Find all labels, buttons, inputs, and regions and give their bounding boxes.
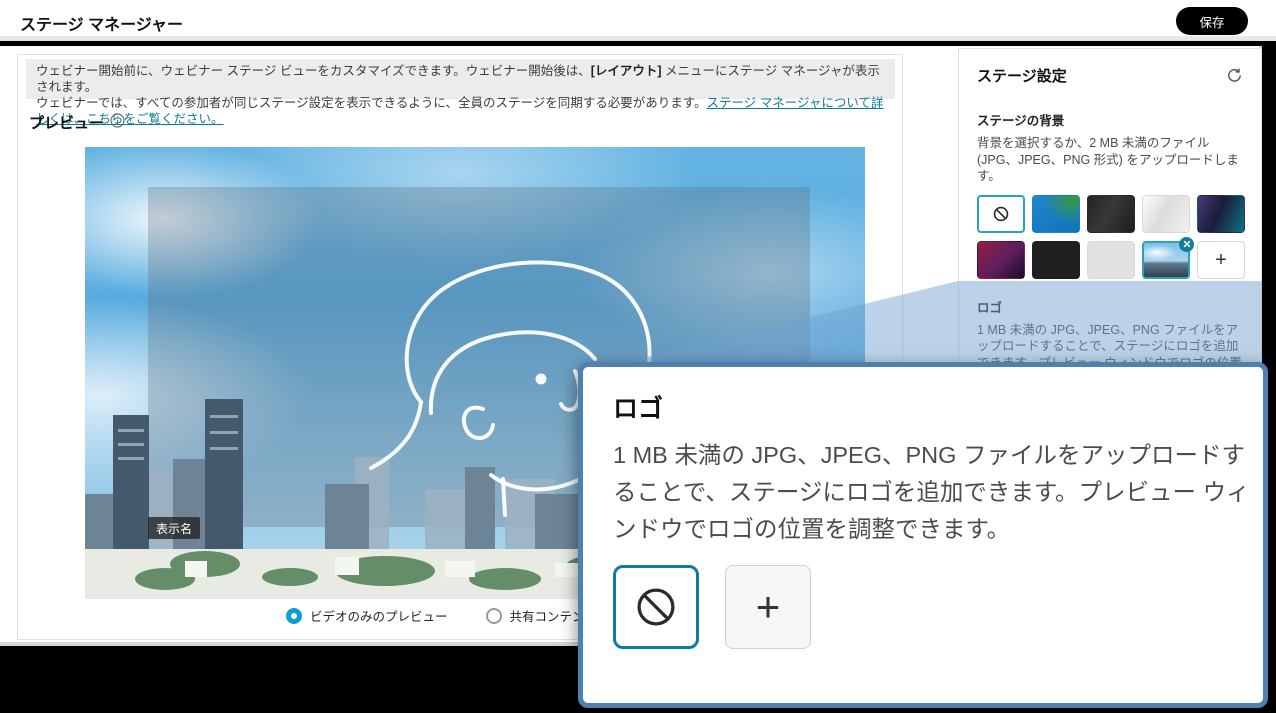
app-header: ステージ マネージャー 保存 <box>0 0 1276 41</box>
refresh-icon[interactable] <box>1225 67 1243 85</box>
radio-video-only-label: ビデオのみのプレビュー <box>310 606 448 625</box>
bg-thumb-light-gray[interactable] <box>1087 241 1135 279</box>
page-title: ステージ マネージャー <box>20 11 183 35</box>
radio-unselected-icon[interactable] <box>486 608 502 624</box>
popup-logo-upload-button[interactable]: + <box>725 565 811 649</box>
stage-manager-screen: ステージ マネージャー 保存 ウェビナー開始前に、ウェビナー ステージ ビューを… <box>0 0 1276 713</box>
logo-magnified-callout: ロゴ 1 MB 未満の JPG、JPEG、PNG ファイルをアップロードすること… <box>578 362 1268 708</box>
no-background-icon <box>992 205 1010 223</box>
bg-thumb-purple-teal-gradient[interactable] <box>1197 195 1245 233</box>
banner-layout-menu-bold: [レイアウト] <box>591 64 662 78</box>
info-banner: ウェビナー開始前に、ウェビナー ステージ ビューをカスタマイズできます。ウェビナ… <box>26 59 895 99</box>
info-icon[interactable] <box>110 113 125 128</box>
popup-logo-description: 1 MB 未満の JPG、JPEG、PNG ファイルをアップロードすることで、ス… <box>613 437 1253 548</box>
logo-heading: ロゴ <box>977 297 1243 316</box>
bg-thumb-city-photo-selected[interactable] <box>1142 241 1190 279</box>
bg-thumb-none[interactable] <box>977 195 1025 233</box>
preview-heading: プレビュー <box>29 112 104 133</box>
bg-thumb-light-wave[interactable] <box>1142 195 1190 233</box>
no-logo-icon <box>633 584 679 630</box>
remove-background-icon[interactable] <box>1179 237 1194 252</box>
popup-logo-buttons: + <box>613 565 1233 649</box>
popup-logo-heading: ロゴ <box>613 389 1233 425</box>
stage-background-description: 背景を選択するか、2 MB 未満のファイル (JPG、JPEG、PNG 形式) … <box>977 135 1243 185</box>
save-button[interactable]: 保存 <box>1176 7 1248 35</box>
plus-icon: + <box>1215 250 1227 270</box>
display-name-badge: 表示名 <box>148 517 200 539</box>
bg-thumb-black[interactable] <box>1032 241 1080 279</box>
bg-thumb-dark-wave[interactable] <box>1087 195 1135 233</box>
bg-thumb-red-purple-gradient[interactable] <box>977 241 1025 279</box>
popup-logo-none-button[interactable] <box>613 565 699 649</box>
banner-line1-text: ウェビナー開始前に、ウェビナー ステージ ビューをカスタマイズできます。ウェビナ… <box>36 64 591 78</box>
radio-video-only-preview[interactable]: ビデオのみのプレビュー <box>286 606 448 625</box>
background-thumbnails: + <box>977 195 1243 279</box>
radio-selected-icon[interactable] <box>286 608 302 624</box>
bg-thumb-blue-green-gradient[interactable] <box>1032 195 1080 233</box>
banner-line2-text: ウェビナーでは、すべての参加者が同じステージ設定を表示できるように、全員のステー… <box>36 96 707 110</box>
stage-background-heading: ステージの背景 <box>977 110 1243 129</box>
bg-thumb-upload-button[interactable]: + <box>1197 241 1245 279</box>
plus-icon: + <box>756 586 781 628</box>
sidebar-title: ステージ設定 <box>977 65 1067 86</box>
